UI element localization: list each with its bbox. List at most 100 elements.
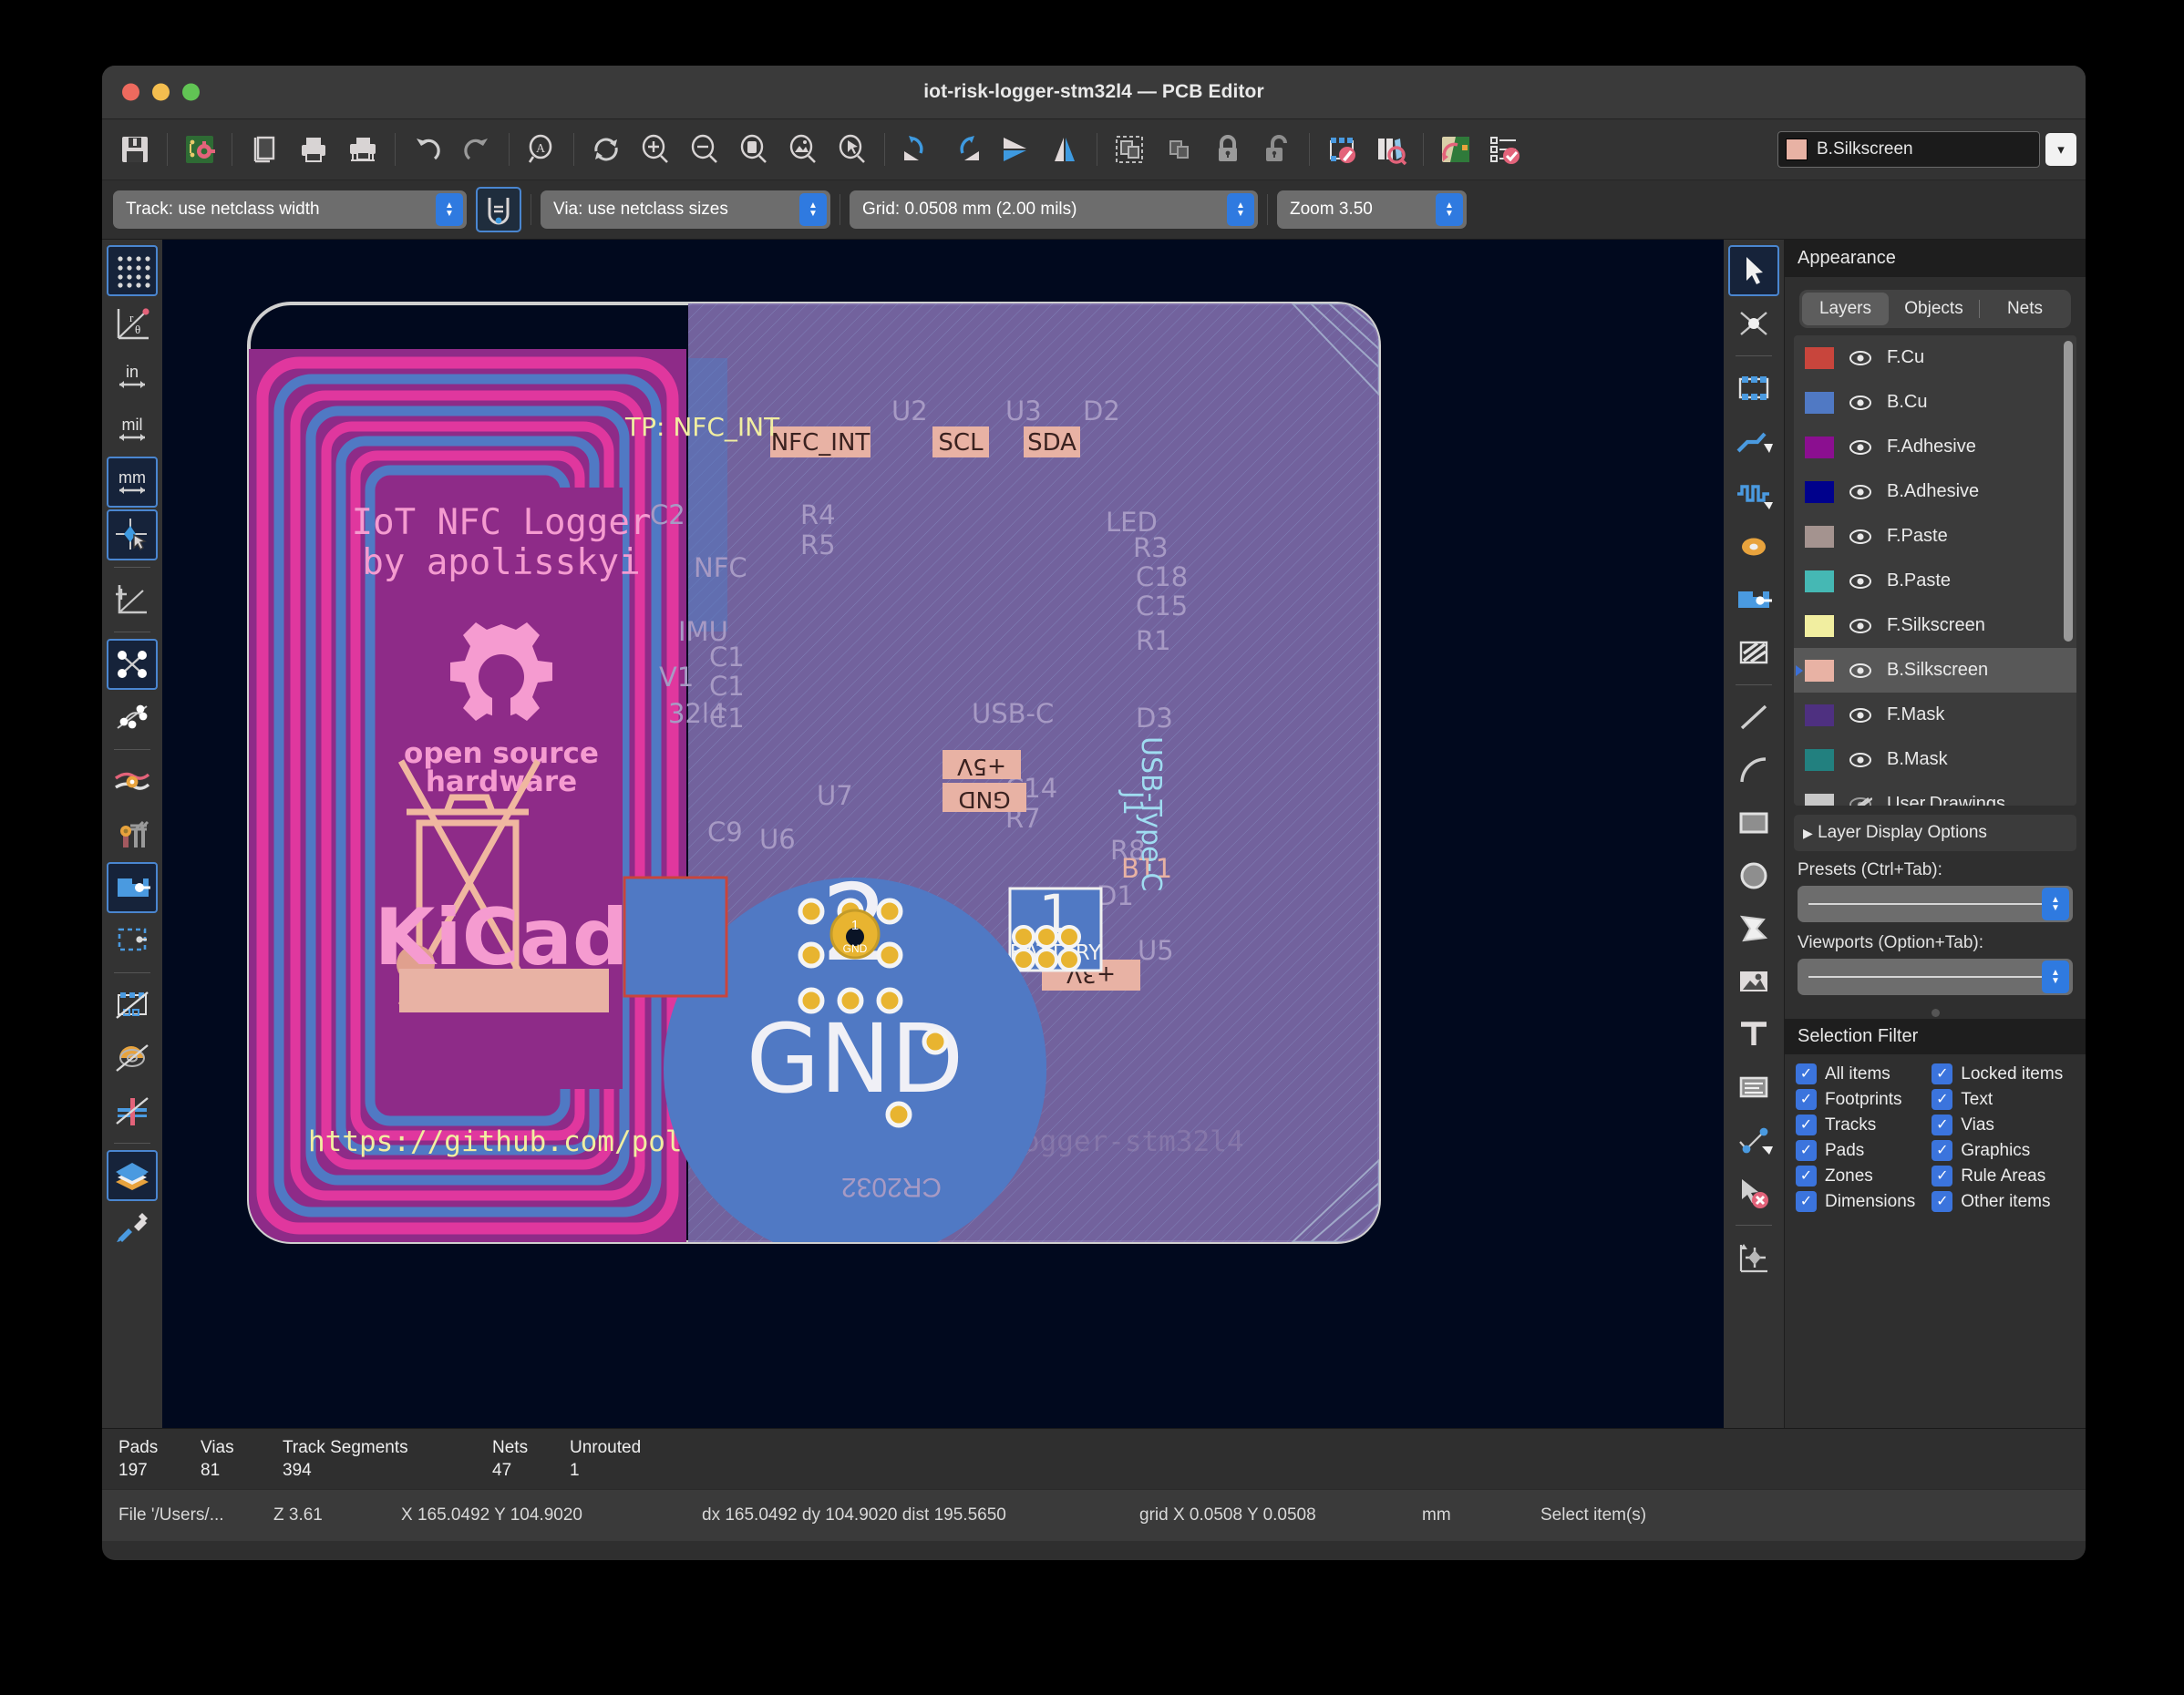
layer-color-swatch[interactable] bbox=[1805, 794, 1834, 806]
add-text-icon[interactable] bbox=[1728, 1009, 1779, 1060]
filter-all-items[interactable]: ✓All items bbox=[1796, 1063, 1915, 1084]
units-mm-icon[interactable]: mm bbox=[107, 457, 158, 508]
add-textbox-icon[interactable] bbox=[1728, 1062, 1779, 1113]
grid-stepper[interactable]: ▲▼ bbox=[1227, 193, 1254, 226]
draw-circle-icon[interactable] bbox=[1728, 850, 1779, 901]
layer-row-b-mask[interactable]: B.Mask bbox=[1794, 737, 2076, 782]
undo-icon[interactable] bbox=[404, 126, 451, 173]
select-tool-icon[interactable] bbox=[1728, 245, 1779, 296]
pcb-canvas[interactable]: IoT NFC Logger by apolisskyi open source… bbox=[162, 240, 1724, 1428]
track-fill-icon[interactable] bbox=[107, 756, 158, 807]
filter-graphics[interactable]: ✓Graphics bbox=[1932, 1140, 2063, 1161]
settings-toolbar[interactable]: Track: use netclass width ▲▼ Via: use ne… bbox=[102, 180, 2086, 240]
filter-zones[interactable]: ✓Zones bbox=[1796, 1166, 1915, 1186]
eye-icon[interactable] bbox=[1845, 573, 1876, 590]
rotate-cw-icon[interactable] bbox=[943, 126, 990, 173]
filter-other-items[interactable]: ✓Other items bbox=[1932, 1191, 2063, 1212]
eye-icon[interactable] bbox=[1845, 395, 1876, 411]
units-mils-icon[interactable]: mil bbox=[107, 404, 158, 455]
drc-icon[interactable] bbox=[1481, 126, 1529, 173]
place-via-icon[interactable] bbox=[1728, 521, 1779, 572]
board-setup-icon[interactable] bbox=[176, 126, 223, 173]
filter-dimensions[interactable]: ✓Dimensions bbox=[1796, 1191, 1915, 1212]
main-toolbar[interactable]: A bbox=[102, 119, 2086, 180]
eye-off-icon[interactable] bbox=[1845, 796, 1876, 806]
tab-layers[interactable]: Layers bbox=[1802, 293, 1889, 325]
close-button[interactable] bbox=[122, 84, 139, 101]
tab-objects[interactable]: Objects bbox=[1890, 293, 1977, 325]
checkbox[interactable]: ✓ bbox=[1796, 1191, 1817, 1212]
via-hole-icon[interactable] bbox=[107, 1085, 158, 1136]
layer-color-swatch[interactable] bbox=[1805, 660, 1834, 682]
full-crosshair-icon[interactable] bbox=[107, 509, 158, 560]
filter-tracks[interactable]: ✓Tracks bbox=[1796, 1115, 1915, 1135]
redo-icon[interactable] bbox=[453, 126, 500, 173]
viewports-stepper[interactable]: ▲▼ bbox=[2042, 960, 2069, 993]
layer-row-f-silkscreen[interactable]: F.Silkscreen bbox=[1794, 603, 2076, 648]
properties-manager-icon[interactable] bbox=[107, 1203, 158, 1254]
toggle-45-icon[interactable] bbox=[107, 574, 158, 625]
draw-arc-icon[interactable] bbox=[1728, 745, 1779, 796]
chevron-down-icon[interactable]: ▾ bbox=[2045, 133, 2076, 166]
layer-color-swatch[interactable] bbox=[1805, 347, 1834, 369]
page-settings-icon[interactable] bbox=[241, 126, 288, 173]
place-image-icon[interactable] bbox=[1728, 956, 1779, 1007]
layer-color-swatch[interactable] bbox=[1805, 749, 1834, 771]
zoom-objects-icon[interactable] bbox=[779, 126, 827, 173]
filter-text[interactable]: ✓Text bbox=[1932, 1089, 2063, 1110]
route-track-icon[interactable] bbox=[1728, 416, 1779, 467]
checkbox[interactable]: ✓ bbox=[1932, 1063, 1952, 1084]
zoom-select[interactable]: Zoom 3.50 ▲▼ bbox=[1277, 190, 1467, 229]
zoom-fit-icon[interactable] bbox=[730, 126, 778, 173]
via-size-select[interactable]: Via: use netclass sizes ▲▼ bbox=[541, 190, 830, 229]
track-width-select[interactable]: Track: use netclass width ▲▼ bbox=[113, 190, 467, 229]
layer-list[interactable]: F.CuB.CuF.AdhesiveB.AdhesiveF.PasteB.Pas… bbox=[1794, 335, 2076, 806]
minimize-button[interactable] bbox=[152, 84, 170, 101]
checkbox[interactable]: ✓ bbox=[1796, 1063, 1817, 1084]
checkbox[interactable]: ✓ bbox=[1932, 1140, 1952, 1161]
layer-row-b-cu[interactable]: B.Cu bbox=[1794, 380, 2076, 425]
draw-rule-area-icon[interactable] bbox=[1728, 627, 1779, 678]
layer-color-swatch[interactable] bbox=[1805, 704, 1834, 726]
appearance-tabs[interactable]: Layers Objects Nets bbox=[1799, 290, 2071, 328]
draw-zone-icon[interactable] bbox=[1728, 574, 1779, 625]
checkbox[interactable]: ✓ bbox=[1796, 1115, 1817, 1135]
track-via-size-icon[interactable] bbox=[476, 187, 521, 232]
layer-row-b-paste[interactable]: B.Paste bbox=[1794, 559, 2076, 603]
tab-nets[interactable]: Nets bbox=[1982, 293, 2068, 325]
layer-color-swatch[interactable] bbox=[1805, 481, 1834, 503]
set-origin-icon[interactable] bbox=[1728, 1232, 1779, 1283]
filter-locked-items[interactable]: ✓Locked items bbox=[1932, 1063, 2063, 1084]
draw-polygon-icon[interactable] bbox=[1728, 903, 1779, 954]
presets-stepper[interactable]: ▲▼ bbox=[2042, 888, 2069, 920]
checkbox[interactable]: ✓ bbox=[1932, 1166, 1952, 1186]
print-icon[interactable] bbox=[290, 126, 337, 173]
filter-rule-areas[interactable]: ✓Rule Areas bbox=[1932, 1166, 2063, 1186]
find-icon[interactable]: A bbox=[518, 126, 565, 173]
layer-row-b-silkscreen[interactable]: B.Silkscreen bbox=[1794, 648, 2076, 693]
via-size-stepper[interactable]: ▲▼ bbox=[799, 193, 827, 226]
rotate-ccw-icon[interactable] bbox=[893, 126, 941, 173]
window-controls[interactable] bbox=[122, 84, 200, 101]
maximize-button[interactable] bbox=[182, 84, 200, 101]
zoom-out-icon[interactable] bbox=[681, 126, 728, 173]
unlock-icon[interactable] bbox=[1253, 126, 1301, 173]
checkbox[interactable]: ✓ bbox=[1932, 1191, 1952, 1212]
layer-row-f-mask[interactable]: F.Mask bbox=[1794, 693, 2076, 737]
layer-row-f-cu[interactable]: F.Cu bbox=[1794, 335, 2076, 380]
panel-resize-grip[interactable] bbox=[1785, 1006, 2086, 1019]
zoom-in-icon[interactable] bbox=[632, 126, 679, 173]
update-pcb-icon[interactable] bbox=[1432, 126, 1479, 173]
zoom-stepper[interactable]: ▲▼ bbox=[1436, 193, 1463, 226]
eye-icon[interactable] bbox=[1845, 529, 1876, 545]
grid-toggle-icon[interactable] bbox=[107, 245, 158, 296]
zoom-selection-icon[interactable] bbox=[829, 126, 876, 173]
viewports-select[interactable]: ▲▼ bbox=[1798, 959, 2073, 995]
mirror-icon[interactable] bbox=[1041, 126, 1088, 173]
pad-numbers-icon[interactable] bbox=[107, 1032, 158, 1084]
eye-icon[interactable] bbox=[1845, 663, 1876, 679]
flip-horizontal-icon[interactable] bbox=[992, 126, 1039, 173]
grid-select[interactable]: Grid: 0.0508 mm (2.00 mils) ▲▼ bbox=[850, 190, 1258, 229]
route-diff-pair-icon[interactable] bbox=[1728, 468, 1779, 519]
left-toolbar[interactable]: rθ in mil mm bbox=[102, 240, 162, 1428]
